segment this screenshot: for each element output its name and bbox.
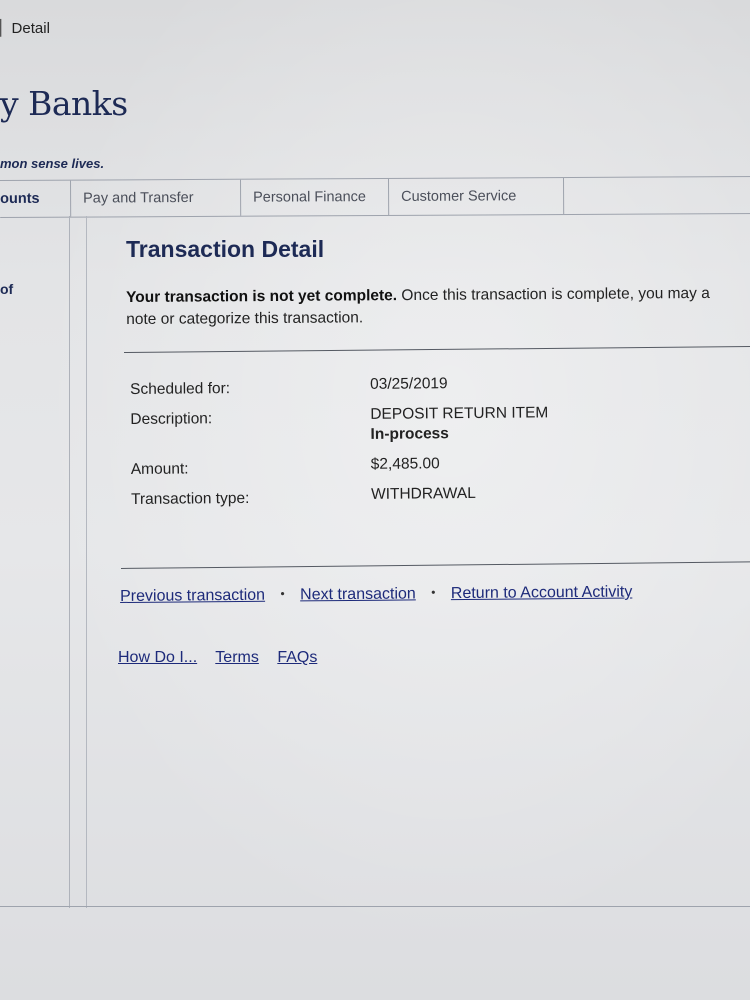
faqs-link[interactable]: FAQs	[277, 649, 317, 666]
divider-bottom	[120, 561, 750, 569]
link-separator: •	[431, 585, 436, 600]
notice-text-line2: note or categorize this transaction.	[126, 309, 364, 328]
return-to-account-activity-link[interactable]: Return to Account Activity	[451, 584, 633, 603]
terms-link[interactable]: Terms	[215, 649, 259, 666]
scheduled-value: 03/25/2019	[369, 375, 448, 393]
type-value: WITHDRAWAL	[370, 484, 476, 503]
nav-tab-customer-service[interactable]: Customer Service	[388, 178, 565, 215]
page-title: Transaction Detail	[126, 236, 325, 262]
notice-text: Once this transaction is complete, you m…	[397, 284, 710, 305]
notice-bold-text: Your transaction is not yet complete.	[126, 287, 398, 306]
scheduled-label: Scheduled for:	[130, 380, 231, 398]
detail-row-description: Description: DEPOSIT RETURN ITEM In-proc…	[128, 403, 728, 458]
description-value: DEPOSIT RETURN ITEM	[370, 404, 549, 423]
sidebar-divider	[69, 216, 70, 908]
type-label: Transaction type:	[130, 489, 250, 508]
nav-tab-pay-and-transfer[interactable]: Pay and Transfer	[71, 179, 242, 217]
detail-row-type: Transaction type: WITHDRAWAL	[129, 483, 729, 518]
transaction-navigation: Previous transaction • Next transaction …	[120, 584, 632, 606]
incomplete-notice: Your transaction is not yet complete. On…	[126, 283, 750, 331]
nav-tab-personal-finance[interactable]: Personal Finance	[241, 178, 390, 216]
content-border	[86, 216, 87, 908]
sidebar-text-fragment: of	[0, 281, 14, 297]
status-value: In-process	[370, 425, 449, 443]
bank-logo: y Banks	[0, 84, 128, 123]
description-value-group: DEPOSIT RETURN ITEM In-process	[370, 404, 548, 444]
main-navigation: ounts Pay and Transfer Personal Finance …	[0, 176, 750, 218]
bank-tagline: mon sense lives.	[0, 156, 105, 171]
description-label: Description:	[130, 410, 213, 428]
nav-tab-accounts[interactable]: ounts	[0, 180, 72, 217]
how-do-i-link[interactable]: How Do I...	[118, 649, 197, 666]
link-separator: •	[280, 586, 285, 601]
amount-value: $2,485.00	[370, 455, 440, 473]
page-bottom-border	[0, 906, 750, 907]
next-transaction-link[interactable]: Next transaction	[300, 585, 416, 603]
divider-top	[123, 345, 750, 353]
previous-transaction-link[interactable]: Previous transaction	[120, 587, 265, 605]
transaction-details: Scheduled for: 03/25/2019 Description: D…	[128, 373, 729, 518]
window-title-text: Detail	[11, 20, 50, 37]
amount-label: Amount:	[130, 460, 189, 478]
footer-links: How Do I... Terms FAQs	[118, 649, 331, 667]
window-title: ▏Detail	[0, 20, 50, 37]
